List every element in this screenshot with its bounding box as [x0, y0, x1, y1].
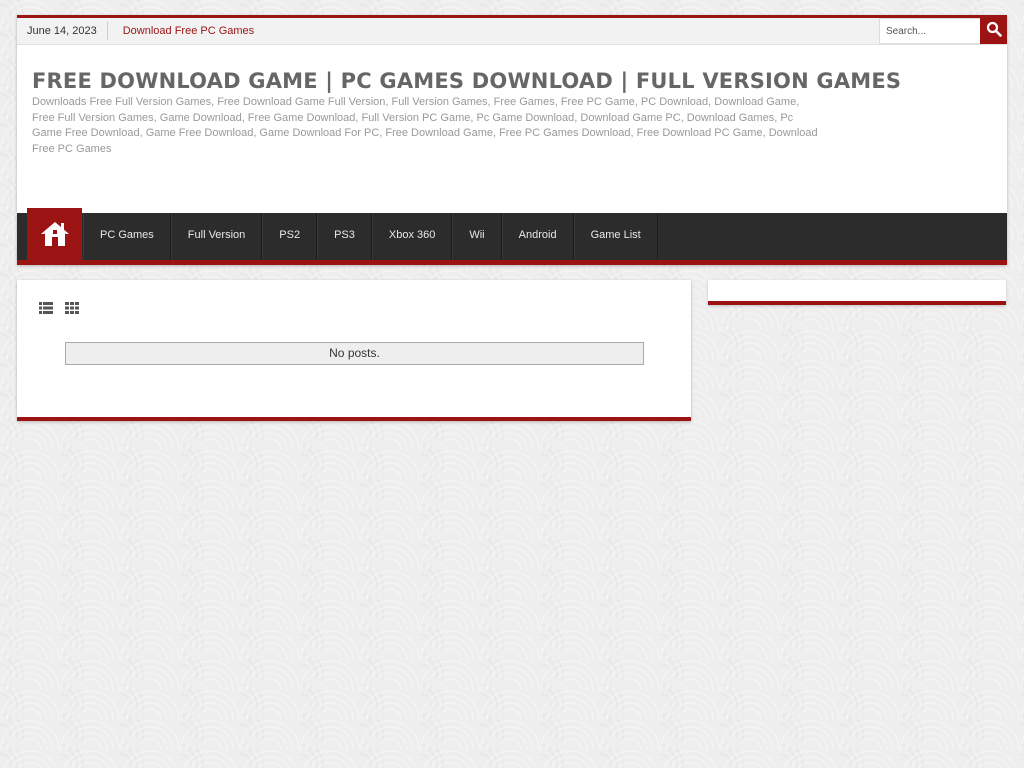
site-header: FREE DOWNLOAD GAME | PC GAMES DOWNLOAD |…	[17, 45, 1007, 213]
site-title[interactable]: FREE DOWNLOAD GAME | PC GAMES DOWNLOAD |…	[32, 45, 992, 93]
main-content: No posts.	[17, 280, 691, 421]
home-icon	[40, 220, 70, 253]
nav-item-wii[interactable]: Wii	[452, 213, 502, 260]
search-button[interactable]	[980, 18, 1007, 44]
nav-item-ps2[interactable]: PS2	[262, 213, 318, 260]
view-toggles	[39, 302, 79, 314]
current-date: June 14, 2023	[17, 22, 108, 40]
nav-item-pc-games[interactable]: PC Games	[83, 213, 171, 260]
search-input[interactable]	[879, 18, 980, 44]
site-description: Downloads Free Full Version Games, Free …	[32, 96, 818, 155]
nav-menu: PC Games Full Version PS2 PS3 Xbox 360 W…	[83, 213, 658, 260]
list-view-icon[interactable]	[39, 302, 53, 314]
nav-item-ps3[interactable]: PS3	[317, 213, 372, 260]
main-navigation: PC Games Full Version PS2 PS3 Xbox 360 W…	[17, 208, 1007, 265]
nav-item-android[interactable]: Android	[501, 213, 574, 260]
home-button[interactable]	[27, 208, 82, 265]
top-link-download-free-pc-games[interactable]: Download Free PC Games	[108, 25, 254, 37]
nav-item-full-version[interactable]: Full Version	[170, 213, 263, 260]
page-wrapper: June 14, 2023 Download Free PC Games FRE…	[17, 15, 1007, 265]
grid-view-icon[interactable]	[65, 302, 79, 314]
search-icon	[986, 21, 1002, 42]
top-bar: June 14, 2023 Download Free PC Games	[17, 18, 1007, 45]
no-posts-message: No posts.	[65, 342, 644, 365]
sidebar-widget	[708, 280, 1006, 305]
nav-item-xbox-360[interactable]: Xbox 360	[371, 213, 453, 260]
search-form	[879, 18, 1007, 44]
nav-item-game-list[interactable]: Game List	[573, 213, 658, 260]
